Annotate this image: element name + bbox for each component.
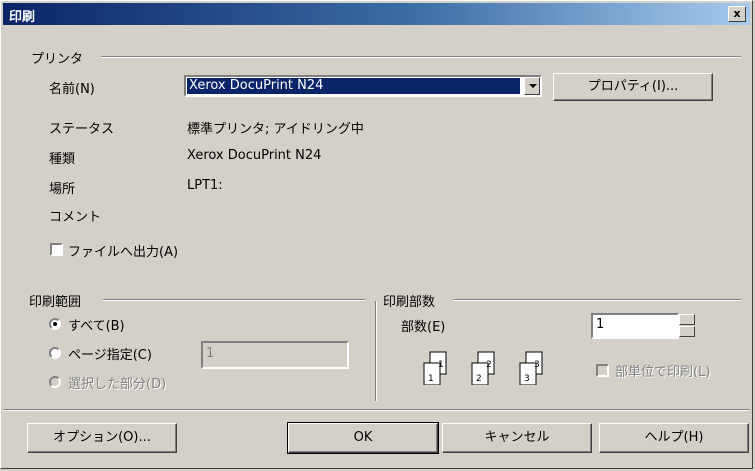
range-group-divider <box>103 299 365 301</box>
help-button[interactable]: ヘルプ(H) <box>599 423 749 453</box>
icon-num: 2 <box>476 374 482 384</box>
status-value: 標準プリンタ; アイドリング中 <box>187 122 364 137</box>
range-pages-label[interactable]: ページ指定(C) <box>68 344 152 363</box>
copies-spinner[interactable] <box>679 313 695 339</box>
chevron-down-icon[interactable] <box>524 77 540 95</box>
range-pages-radio[interactable] <box>49 347 61 359</box>
print-to-file-label[interactable]: ファイルへ出力(A) <box>68 241 178 260</box>
range-selection-label: 選択した部分(D) <box>68 377 167 392</box>
print-to-file-checkbox[interactable] <box>50 243 63 256</box>
range-all-radio[interactable] <box>49 318 61 330</box>
printer-name-select[interactable]: Xerox DocuPrint N24 <box>184 75 542 97</box>
collate-copy-1-icon: 1 1 <box>423 351 447 385</box>
footer-divider <box>3 409 750 411</box>
location-value: LPT1: <box>187 178 223 193</box>
range-group-label: 印刷範囲 <box>29 295 82 310</box>
options-button[interactable]: オプション(O)... <box>27 423 177 453</box>
spin-up-icon[interactable] <box>679 314 695 325</box>
icon-num: 2 <box>486 360 492 370</box>
copies-count-input[interactable]: 1 <box>591 313 679 339</box>
location-label: 場所 <box>49 182 76 197</box>
printer-name-label: 名前(N) <box>49 82 95 97</box>
type-value: Xerox DocuPrint N24 <box>187 148 322 163</box>
printer-group-label: プリンタ <box>31 52 84 67</box>
icon-num: 3 <box>524 374 530 384</box>
range-all-label[interactable]: すべて(B) <box>68 315 125 334</box>
cancel-button[interactable]: キャンセル <box>442 423 592 453</box>
printer-name-value: Xerox DocuPrint N24 <box>187 78 520 94</box>
status-label: ステータス <box>49 122 115 137</box>
collate-checkbox <box>596 364 609 377</box>
properties-button[interactable]: プロパティ(I)... <box>553 73 713 101</box>
comment-label: コメント <box>49 210 102 225</box>
collate-label: 部単位で印刷(L) <box>615 365 711 380</box>
icon-num: 1 <box>428 374 434 384</box>
collate-copy-3-icon: 3 3 <box>519 351 543 385</box>
title-bar[interactable]: 印刷 x <box>3 3 750 25</box>
collate-copy-2-icon: 2 2 <box>471 351 495 385</box>
copies-group-divider <box>453 299 741 301</box>
ok-button[interactable]: OK <box>287 422 439 454</box>
copies-count-label: 部数(E) <box>401 320 446 335</box>
icon-num: 3 <box>534 360 540 370</box>
print-dialog: 印刷 x プリンタ 名前(N) Xerox DocuPrint N24 プロパテ… <box>0 0 753 469</box>
close-button[interactable]: x <box>728 6 746 22</box>
type-label: 種類 <box>49 152 76 167</box>
range-selection-radio <box>49 376 61 388</box>
icon-num: 1 <box>438 360 444 370</box>
pages-input[interactable]: 1 <box>201 341 349 369</box>
printer-group-divider <box>101 56 741 58</box>
group-separator <box>375 301 377 401</box>
window-title: 印刷 <box>9 10 36 25</box>
spin-down-icon[interactable] <box>679 326 695 337</box>
copies-group-label: 印刷部数 <box>383 295 436 310</box>
